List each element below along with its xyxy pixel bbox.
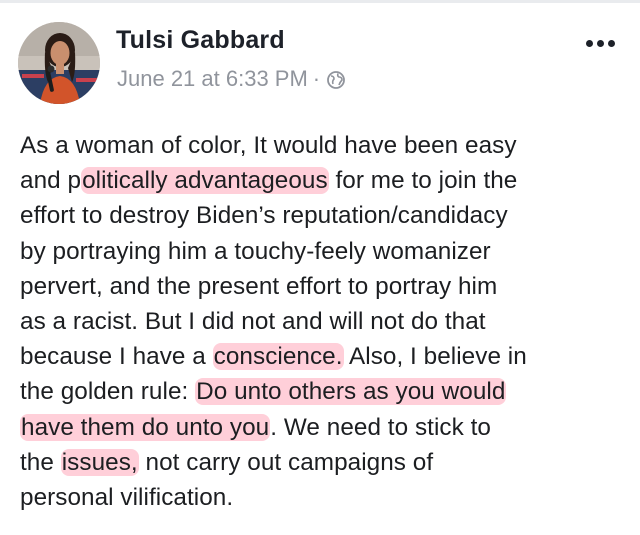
line-text: Also, I believe in bbox=[343, 343, 527, 371]
line-text: As a woman of color, It would have been … bbox=[20, 132, 517, 159]
line-text: as a racist. But I did not and will not … bbox=[20, 307, 486, 335]
post-text-line: pervert, and the present effort to portr… bbox=[20, 269, 620, 304]
more-dot bbox=[596, 39, 604, 47]
post-text-line: effort to destroy Biden’s reputation/can… bbox=[20, 198, 620, 233]
meta-separator: · bbox=[312, 66, 321, 91]
highlighted-text: have them do unto you bbox=[20, 413, 271, 441]
post-timestamp[interactable]: June 21 at 6:33 PM bbox=[117, 66, 308, 92]
line-text: because I have a bbox=[20, 343, 213, 371]
profile-photo-avatar[interactable] bbox=[18, 22, 100, 104]
line-text: for me to join the bbox=[328, 167, 518, 195]
highlighted-text: issues, bbox=[60, 448, 139, 476]
post-text-line: the golden rule: Do unto others as you w… bbox=[20, 374, 620, 409]
post-body: As a woman of color, It would have been … bbox=[20, 128, 620, 515]
globe-icon[interactable] bbox=[326, 70, 346, 90]
more-options-icon[interactable] bbox=[578, 32, 622, 54]
line-text: the bbox=[20, 448, 61, 476]
post-header: Tulsi Gabbard June 21 at 6:33 PM · bbox=[18, 20, 622, 104]
post-meta: June 21 at 6:33 PM · bbox=[117, 66, 346, 92]
post-text-line: have them do unto you. We need to stick … bbox=[20, 410, 620, 445]
post-text-line: the issues, not carry out campaigns of bbox=[20, 445, 620, 480]
avatar-image bbox=[18, 22, 100, 104]
post-text-line: because I have a conscience. Also, I bel… bbox=[20, 339, 620, 374]
more-dot bbox=[585, 39, 593, 47]
post-text-line: as a racist. But I did not and will not … bbox=[20, 304, 620, 339]
line-text: effort to destroy Biden’s reputation/can… bbox=[20, 202, 508, 230]
top-divider bbox=[0, 0, 640, 3]
highlighted-text: olitically advantageous bbox=[81, 167, 329, 195]
line-text: the golden rule: bbox=[20, 378, 196, 406]
author-name[interactable]: Tulsi Gabbard bbox=[116, 26, 285, 55]
highlighted-text: Do unto others as you would bbox=[195, 378, 507, 406]
more-dot bbox=[607, 39, 615, 47]
line-text: pervert, and the present effort to portr… bbox=[20, 272, 498, 300]
post-text-line: and politically advantageous for me to j… bbox=[20, 163, 620, 198]
post-text-line: personal vilification. bbox=[20, 480, 620, 515]
line-text: by portraying him a touchy-feely womaniz… bbox=[20, 237, 491, 265]
highlighted-text: conscience. bbox=[212, 343, 344, 371]
line-text: personal vilification. bbox=[20, 483, 234, 511]
line-text: and p bbox=[20, 167, 82, 195]
line-text: . We need to stick to bbox=[270, 413, 491, 441]
line-text: not carry out campaigns of bbox=[138, 448, 434, 476]
post-text-line: by portraying him a touchy-feely womaniz… bbox=[20, 234, 620, 269]
post-text-line: As a woman of color, It would have been … bbox=[20, 128, 620, 163]
